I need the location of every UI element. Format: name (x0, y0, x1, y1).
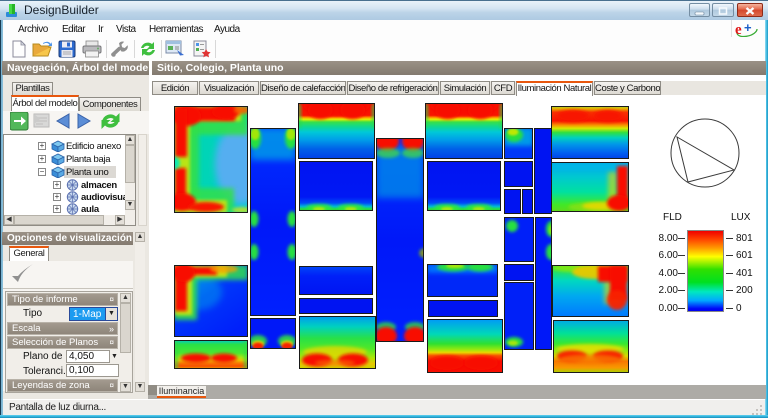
svg-text:+: + (744, 20, 752, 35)
svg-text:e: e (735, 22, 742, 37)
